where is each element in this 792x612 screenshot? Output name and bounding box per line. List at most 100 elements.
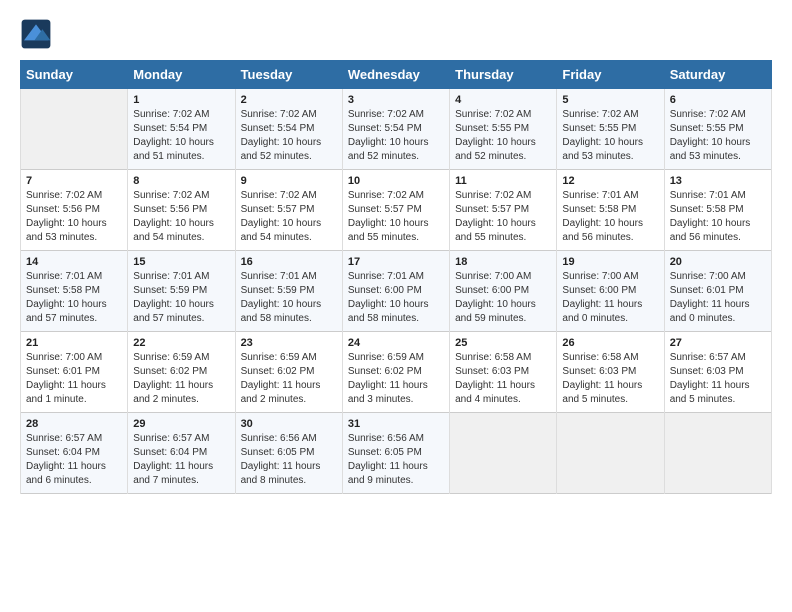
day-number: 29 bbox=[133, 418, 229, 430]
day-info: Sunrise: 7:01 AMSunset: 5:58 PMDaylight:… bbox=[26, 271, 107, 324]
day-info: Sunrise: 7:02 AMSunset: 5:55 PMDaylight:… bbox=[455, 109, 536, 162]
day-number: 12 bbox=[562, 175, 658, 187]
calendar-cell: 8 Sunrise: 7:02 AMSunset: 5:56 PMDayligh… bbox=[128, 170, 235, 251]
day-number: 26 bbox=[562, 337, 658, 349]
day-number: 3 bbox=[348, 94, 444, 106]
day-info: Sunrise: 7:02 AMSunset: 5:57 PMDaylight:… bbox=[455, 190, 536, 243]
calendar-cell: 31 Sunrise: 6:56 AMSunset: 6:05 PMDaylig… bbox=[342, 413, 449, 494]
weekday-header: Friday bbox=[557, 61, 664, 89]
day-info: Sunrise: 6:57 AMSunset: 6:03 PMDaylight:… bbox=[670, 352, 750, 405]
weekday-header: Tuesday bbox=[235, 61, 342, 89]
day-info: Sunrise: 7:02 AMSunset: 5:55 PMDaylight:… bbox=[670, 109, 751, 162]
calendar-cell: 20 Sunrise: 7:00 AMSunset: 6:01 PMDaylig… bbox=[664, 251, 771, 332]
page: SundayMondayTuesdayWednesdayThursdayFrid… bbox=[0, 0, 792, 504]
calendar-cell: 27 Sunrise: 6:57 AMSunset: 6:03 PMDaylig… bbox=[664, 332, 771, 413]
day-info: Sunrise: 7:00 AMSunset: 6:01 PMDaylight:… bbox=[26, 352, 106, 405]
calendar-cell: 28 Sunrise: 6:57 AMSunset: 6:04 PMDaylig… bbox=[21, 413, 128, 494]
calendar-cell: 10 Sunrise: 7:02 AMSunset: 5:57 PMDaylig… bbox=[342, 170, 449, 251]
day-info: Sunrise: 7:01 AMSunset: 5:58 PMDaylight:… bbox=[562, 190, 643, 243]
calendar-cell: 2 Sunrise: 7:02 AMSunset: 5:54 PMDayligh… bbox=[235, 89, 342, 170]
calendar-week-row: 21 Sunrise: 7:00 AMSunset: 6:01 PMDaylig… bbox=[21, 332, 772, 413]
day-info: Sunrise: 6:58 AMSunset: 6:03 PMDaylight:… bbox=[455, 352, 535, 405]
day-info: Sunrise: 7:00 AMSunset: 6:00 PMDaylight:… bbox=[455, 271, 536, 324]
calendar-cell: 1 Sunrise: 7:02 AMSunset: 5:54 PMDayligh… bbox=[128, 89, 235, 170]
day-info: Sunrise: 6:56 AMSunset: 6:05 PMDaylight:… bbox=[348, 433, 428, 486]
day-info: Sunrise: 7:02 AMSunset: 5:57 PMDaylight:… bbox=[348, 190, 429, 243]
calendar-week-row: 14 Sunrise: 7:01 AMSunset: 5:58 PMDaylig… bbox=[21, 251, 772, 332]
logo bbox=[20, 18, 56, 50]
day-number: 28 bbox=[26, 418, 122, 430]
weekday-header: Saturday bbox=[664, 61, 771, 89]
day-number: 21 bbox=[26, 337, 122, 349]
weekday-header: Thursday bbox=[450, 61, 557, 89]
calendar-cell: 18 Sunrise: 7:00 AMSunset: 6:00 PMDaylig… bbox=[450, 251, 557, 332]
day-number: 5 bbox=[562, 94, 658, 106]
day-info: Sunrise: 7:01 AMSunset: 5:58 PMDaylight:… bbox=[670, 190, 751, 243]
day-number: 15 bbox=[133, 256, 229, 268]
day-info: Sunrise: 7:02 AMSunset: 5:56 PMDaylight:… bbox=[26, 190, 107, 243]
calendar-week-row: 28 Sunrise: 6:57 AMSunset: 6:04 PMDaylig… bbox=[21, 413, 772, 494]
calendar-cell: 17 Sunrise: 7:01 AMSunset: 6:00 PMDaylig… bbox=[342, 251, 449, 332]
calendar-cell: 15 Sunrise: 7:01 AMSunset: 5:59 PMDaylig… bbox=[128, 251, 235, 332]
day-info: Sunrise: 6:59 AMSunset: 6:02 PMDaylight:… bbox=[133, 352, 213, 405]
calendar-cell: 5 Sunrise: 7:02 AMSunset: 5:55 PMDayligh… bbox=[557, 89, 664, 170]
day-number: 20 bbox=[670, 256, 766, 268]
day-info: Sunrise: 7:00 AMSunset: 6:00 PMDaylight:… bbox=[562, 271, 642, 324]
calendar-week-row: 1 Sunrise: 7:02 AMSunset: 5:54 PMDayligh… bbox=[21, 89, 772, 170]
calendar-cell: 21 Sunrise: 7:00 AMSunset: 6:01 PMDaylig… bbox=[21, 332, 128, 413]
day-number: 31 bbox=[348, 418, 444, 430]
calendar-cell: 24 Sunrise: 6:59 AMSunset: 6:02 PMDaylig… bbox=[342, 332, 449, 413]
calendar-cell: 6 Sunrise: 7:02 AMSunset: 5:55 PMDayligh… bbox=[664, 89, 771, 170]
day-number: 30 bbox=[241, 418, 337, 430]
weekday-header: Wednesday bbox=[342, 61, 449, 89]
day-number: 14 bbox=[26, 256, 122, 268]
logo-icon bbox=[20, 18, 52, 50]
day-info: Sunrise: 7:02 AMSunset: 5:55 PMDaylight:… bbox=[562, 109, 643, 162]
day-info: Sunrise: 6:57 AMSunset: 6:04 PMDaylight:… bbox=[26, 433, 106, 486]
calendar-cell bbox=[450, 413, 557, 494]
day-number: 24 bbox=[348, 337, 444, 349]
day-number: 25 bbox=[455, 337, 551, 349]
calendar-cell bbox=[21, 89, 128, 170]
day-info: Sunrise: 7:02 AMSunset: 5:54 PMDaylight:… bbox=[133, 109, 214, 162]
header bbox=[20, 18, 772, 50]
day-info: Sunrise: 7:01 AMSunset: 5:59 PMDaylight:… bbox=[133, 271, 214, 324]
day-info: Sunrise: 7:02 AMSunset: 5:54 PMDaylight:… bbox=[241, 109, 322, 162]
calendar-cell: 3 Sunrise: 7:02 AMSunset: 5:54 PMDayligh… bbox=[342, 89, 449, 170]
day-info: Sunrise: 7:02 AMSunset: 5:54 PMDaylight:… bbox=[348, 109, 429, 162]
weekday-header: Monday bbox=[128, 61, 235, 89]
day-number: 9 bbox=[241, 175, 337, 187]
calendar-cell: 25 Sunrise: 6:58 AMSunset: 6:03 PMDaylig… bbox=[450, 332, 557, 413]
day-info: Sunrise: 7:02 AMSunset: 5:56 PMDaylight:… bbox=[133, 190, 214, 243]
calendar-cell: 13 Sunrise: 7:01 AMSunset: 5:58 PMDaylig… bbox=[664, 170, 771, 251]
day-info: Sunrise: 6:59 AMSunset: 6:02 PMDaylight:… bbox=[241, 352, 321, 405]
day-number: 13 bbox=[670, 175, 766, 187]
calendar-cell: 29 Sunrise: 6:57 AMSunset: 6:04 PMDaylig… bbox=[128, 413, 235, 494]
calendar-cell: 4 Sunrise: 7:02 AMSunset: 5:55 PMDayligh… bbox=[450, 89, 557, 170]
weekday-header: Sunday bbox=[21, 61, 128, 89]
day-info: Sunrise: 7:00 AMSunset: 6:01 PMDaylight:… bbox=[670, 271, 750, 324]
day-number: 1 bbox=[133, 94, 229, 106]
day-info: Sunrise: 7:02 AMSunset: 5:57 PMDaylight:… bbox=[241, 190, 322, 243]
calendar-cell: 9 Sunrise: 7:02 AMSunset: 5:57 PMDayligh… bbox=[235, 170, 342, 251]
calendar-cell: 23 Sunrise: 6:59 AMSunset: 6:02 PMDaylig… bbox=[235, 332, 342, 413]
day-info: Sunrise: 6:57 AMSunset: 6:04 PMDaylight:… bbox=[133, 433, 213, 486]
day-info: Sunrise: 7:01 AMSunset: 5:59 PMDaylight:… bbox=[241, 271, 322, 324]
day-info: Sunrise: 6:56 AMSunset: 6:05 PMDaylight:… bbox=[241, 433, 321, 486]
calendar-cell: 22 Sunrise: 6:59 AMSunset: 6:02 PMDaylig… bbox=[128, 332, 235, 413]
day-info: Sunrise: 6:59 AMSunset: 6:02 PMDaylight:… bbox=[348, 352, 428, 405]
day-number: 10 bbox=[348, 175, 444, 187]
calendar-cell bbox=[664, 413, 771, 494]
calendar-cell: 26 Sunrise: 6:58 AMSunset: 6:03 PMDaylig… bbox=[557, 332, 664, 413]
header-row: SundayMondayTuesdayWednesdayThursdayFrid… bbox=[21, 61, 772, 89]
day-number: 7 bbox=[26, 175, 122, 187]
day-info: Sunrise: 6:58 AMSunset: 6:03 PMDaylight:… bbox=[562, 352, 642, 405]
day-number: 8 bbox=[133, 175, 229, 187]
day-number: 2 bbox=[241, 94, 337, 106]
calendar-cell bbox=[557, 413, 664, 494]
calendar-cell: 30 Sunrise: 6:56 AMSunset: 6:05 PMDaylig… bbox=[235, 413, 342, 494]
day-number: 19 bbox=[562, 256, 658, 268]
calendar-cell: 7 Sunrise: 7:02 AMSunset: 5:56 PMDayligh… bbox=[21, 170, 128, 251]
calendar-cell: 14 Sunrise: 7:01 AMSunset: 5:58 PMDaylig… bbox=[21, 251, 128, 332]
calendar-cell: 11 Sunrise: 7:02 AMSunset: 5:57 PMDaylig… bbox=[450, 170, 557, 251]
